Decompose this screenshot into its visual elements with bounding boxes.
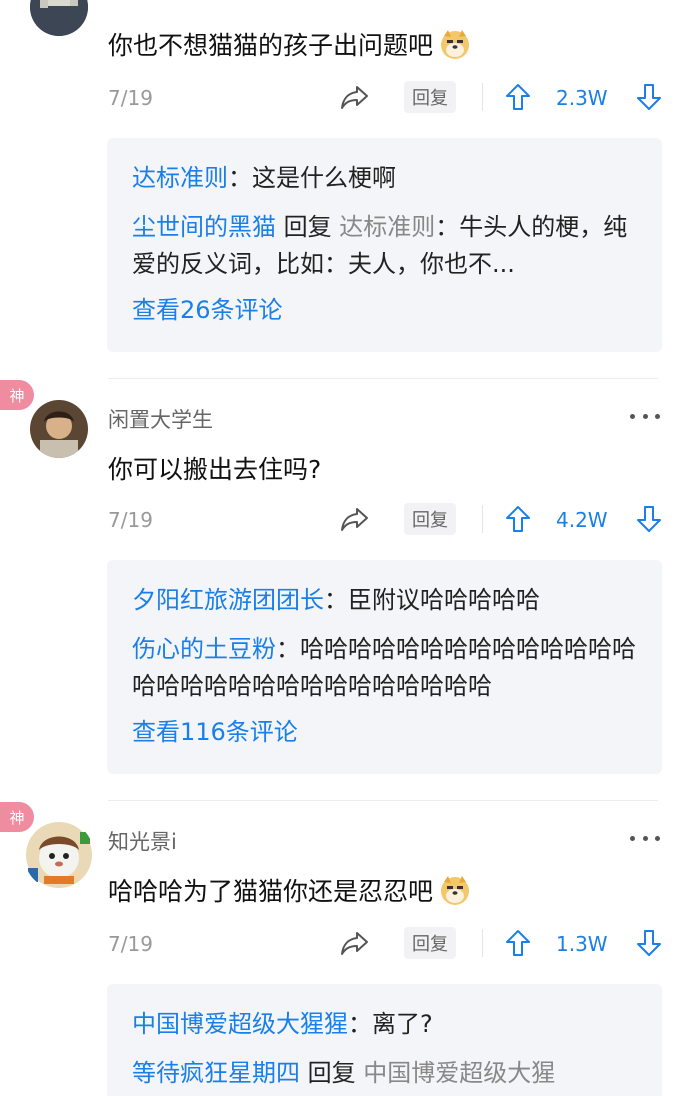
divider (482, 83, 483, 111)
avatar[interactable] (30, 0, 88, 36)
reply-username[interactable]: 尘世间的黑猫 (132, 213, 276, 241)
comment-text: 你也不想猫猫的孩子出问题吧 (108, 26, 471, 62)
reply-item: 达标准则：这是什么梗啊 (132, 164, 396, 192)
comment-text: 哈哈哈为了猫猫你还是忍忍吧 (108, 872, 471, 908)
reply-target[interactable]: 达标准则 (339, 213, 435, 241)
reply-username[interactable]: 夕阳红旅游团团长 (132, 586, 324, 614)
reply-item: 等待疯狂星期四 回复 中国博爱超级大猩 (132, 1059, 556, 1087)
downvote-arrow-icon[interactable] (636, 929, 662, 957)
comment-separator (108, 378, 658, 379)
comment-date: 7/19 (108, 86, 153, 110)
reply-item: 伤心的土豆粉：哈哈哈哈哈哈哈哈哈哈哈哈哈哈哈哈哈哈哈哈哈哈哈哈哈哈哈哈哈 (132, 635, 636, 700)
share-icon[interactable] (340, 84, 370, 110)
reply-username[interactable]: 中国博爱超级大猩猩 (132, 1010, 348, 1038)
downvote-arrow-icon[interactable] (636, 83, 662, 111)
upvote-arrow-icon[interactable] (505, 929, 531, 957)
reply-button[interactable]: 回复 (404, 81, 456, 113)
reply-preview-box[interactable]: 中国博爱超级大猩猩：离了? 等待疯狂星期四 回复 中国博爱超级大猩 (107, 984, 662, 1096)
view-more-link[interactable]: 查看116条评论 (132, 715, 638, 749)
vote-count: 1.3W (556, 932, 608, 956)
comment-date: 7/19 (108, 508, 153, 532)
comment-date: 7/19 (108, 932, 153, 956)
doge-emoji-icon (441, 30, 470, 59)
reply-preview-box[interactable]: 夕阳红旅游团团长：臣附议哈哈哈哈哈 伤心的土豆粉：哈哈哈哈哈哈哈哈哈哈哈哈哈哈哈… (107, 560, 662, 774)
reply-button[interactable]: 回复 (404, 927, 456, 959)
share-icon[interactable] (340, 506, 370, 532)
reply-target[interactable]: 中国博爱超级大猩 (363, 1059, 555, 1087)
more-dots-icon[interactable] (630, 833, 660, 843)
username[interactable]: 闲置大学生 (108, 404, 213, 434)
doge-emoji-icon (441, 876, 470, 905)
vote-count: 4.2W (556, 508, 608, 532)
reply-item: 夕阳红旅游团团长：臣附议哈哈哈哈哈 (132, 586, 540, 614)
avatar[interactable] (30, 400, 88, 458)
upvote-arrow-icon[interactable] (505, 83, 531, 111)
view-more-link[interactable]: 查看26条评论 (132, 293, 638, 327)
reply-username[interactable]: 伤心的土豆粉 (132, 635, 276, 663)
upvote-arrow-icon[interactable] (505, 505, 531, 533)
avatar[interactable] (24, 820, 94, 890)
share-icon[interactable] (340, 930, 370, 956)
comment-text: 你可以搬出去住吗? (108, 455, 322, 484)
reply-preview-box[interactable]: 达标准则：这是什么梗啊 尘世间的黑猫 回复 达标准则：牛头人的梗，纯爱的反义词，… (107, 138, 662, 352)
reply-item: 尘世间的黑猫 回复 达标准则：牛头人的梗，纯爱的反义词，比如：夫人，你也不... (132, 213, 628, 278)
god-comment-badge: 神 (0, 802, 34, 832)
reply-username[interactable]: 等待疯狂星期四 (132, 1059, 300, 1087)
username[interactable]: 知光景i (108, 826, 177, 856)
reply-username[interactable]: 达标准则 (132, 164, 228, 192)
more-dots-icon[interactable] (630, 411, 660, 421)
divider (482, 505, 483, 533)
reply-button[interactable]: 回复 (404, 503, 456, 535)
god-comment-badge: 神 (0, 380, 34, 410)
downvote-arrow-icon[interactable] (636, 505, 662, 533)
divider (482, 929, 483, 957)
vote-count: 2.3W (556, 86, 608, 110)
reply-item: 中国博爱超级大猩猩：离了? (132, 1010, 433, 1038)
comment-separator (108, 800, 658, 801)
